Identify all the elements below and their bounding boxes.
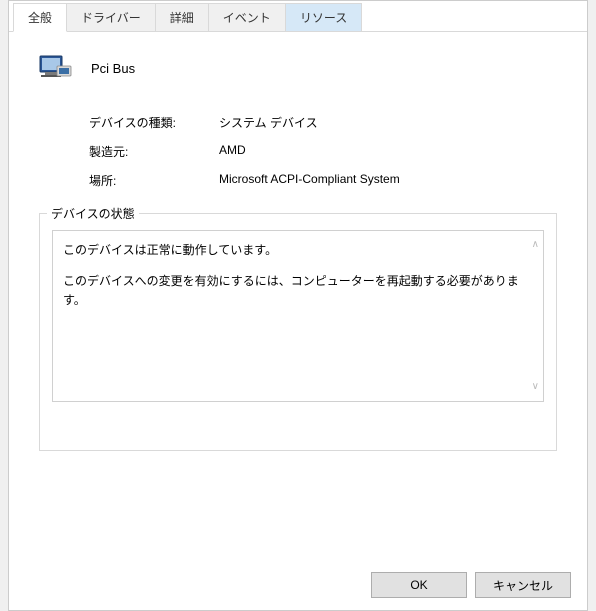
info-row-manufacturer: 製造元: AMD: [89, 143, 567, 160]
device-type-label: デバイスの種類:: [89, 114, 219, 131]
scroll-up-hint: ∧: [532, 237, 539, 253]
device-status-legend: デバイスの状態: [47, 205, 139, 222]
tab-content: Pci Bus デバイスの種類: システム デバイス 製造元: AMD 場所: …: [9, 32, 587, 469]
status-line-2: このデバイスへの変更を有効にするには、コンピューターを再起動する必要があります。: [63, 272, 521, 310]
location-label: 場所:: [89, 172, 219, 189]
scroll-down-hint: ∨: [532, 379, 539, 395]
info-row-type: デバイスの種類: システム デバイス: [89, 114, 567, 131]
location-value: Microsoft ACPI-Compliant System: [219, 172, 400, 189]
tab-events[interactable]: イベント: [208, 3, 286, 31]
ok-button[interactable]: OK: [371, 572, 467, 598]
pci-bus-icon: [37, 50, 73, 86]
tab-details[interactable]: 詳細: [155, 3, 209, 31]
dialog-buttons: OK キャンセル: [371, 572, 571, 598]
status-line-1: このデバイスは正常に動作しています。: [63, 241, 521, 260]
manufacturer-label: 製造元:: [89, 143, 219, 160]
device-status-frame: このデバイスは正常に動作しています。 このデバイスへの変更を有効にするには、コン…: [39, 213, 557, 451]
cancel-button[interactable]: キャンセル: [475, 572, 571, 598]
tab-resources[interactable]: リソース: [285, 3, 362, 31]
info-row-location: 場所: Microsoft ACPI-Compliant System: [89, 172, 567, 189]
device-status-textbox[interactable]: このデバイスは正常に動作しています。 このデバイスへの変更を有効にするには、コン…: [52, 230, 544, 402]
device-type-value: システム デバイス: [219, 114, 318, 131]
device-status-group: デバイスの状態 このデバイスは正常に動作しています。 このデバイスへの変更を有効…: [39, 213, 557, 451]
tab-bar: 全般 ドライバー 詳細 イベント リソース: [9, 1, 587, 32]
device-title: Pci Bus: [91, 61, 135, 76]
tab-general[interactable]: 全般: [13, 3, 67, 32]
device-header: Pci Bus: [37, 50, 567, 86]
manufacturer-value: AMD: [219, 143, 246, 160]
device-info: デバイスの種類: システム デバイス 製造元: AMD 場所: Microsof…: [89, 114, 567, 189]
properties-dialog: 全般 ドライバー 詳細 イベント リソース Pci Bus デバイスの種類:: [8, 0, 588, 611]
tab-driver[interactable]: ドライバー: [66, 3, 156, 31]
